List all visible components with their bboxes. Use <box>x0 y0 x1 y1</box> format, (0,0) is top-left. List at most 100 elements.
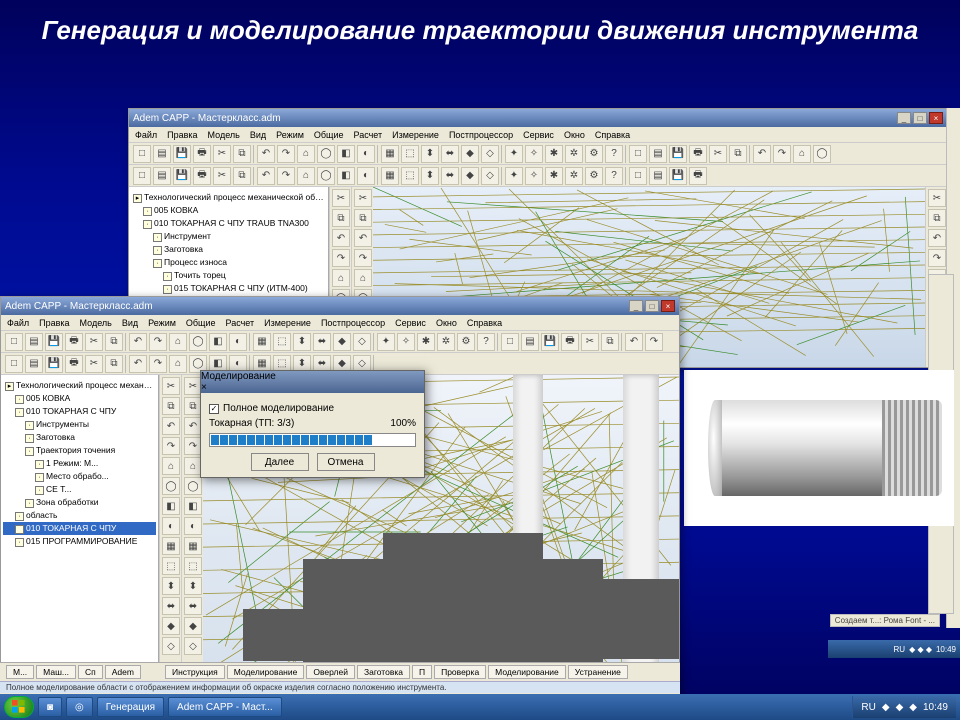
menu-item[interactable]: Вид <box>250 130 266 140</box>
lang-indicator[interactable]: RU <box>861 702 875 713</box>
side-toolbar-button[interactable]: ✂ <box>354 189 372 207</box>
toolbar-button[interactable]: 💾 <box>173 145 191 163</box>
bottom-tabs[interactable]: М...Маш...СпAdemИнструкцияМоделированиеО… <box>0 663 680 681</box>
tree-node[interactable]: ·005 КОВКА <box>131 204 326 217</box>
tree-node[interactable]: ·Зона обработки <box>3 496 156 509</box>
menu-item[interactable]: Постпроцессор <box>449 130 513 140</box>
next-button[interactable]: Далее <box>251 453 309 471</box>
tree-node[interactable]: ·010 ТОКАРНАЯ С ЧПУ TRAUB TNA300 <box>131 217 326 230</box>
bottom-tab[interactable]: Проверка <box>434 665 486 679</box>
toolbar-button[interactable]: ⬚ <box>401 167 419 185</box>
minimize-button[interactable]: _ <box>629 300 643 312</box>
toolbar-button[interactable]: ▦ <box>381 145 399 163</box>
bottom-tab[interactable]: Моделирование <box>488 665 566 679</box>
side-toolbar-button[interactable]: ⧉ <box>332 209 350 227</box>
menu-item[interactable]: Файл <box>7 318 29 328</box>
toolbar-button[interactable]: 💾 <box>541 333 559 351</box>
toolbar-button[interactable]: ▤ <box>649 145 667 163</box>
menu-item[interactable]: Файл <box>135 130 157 140</box>
tree-node[interactable]: ·015 ПРОГРАММИРОВАНИЕ <box>3 535 156 548</box>
menu-item[interactable]: Режим <box>276 130 304 140</box>
toolbar-button[interactable]: ▤ <box>153 145 171 163</box>
taskbar-app[interactable]: Adem CAPP - Маст... <box>168 697 282 717</box>
menu-item[interactable]: Окно <box>436 318 457 328</box>
toolbar-button[interactable]: ⬌ <box>313 333 331 351</box>
toolbar-button[interactable]: ✂ <box>85 355 103 373</box>
toolbar-row1[interactable]: □▤💾🖶✂⧉↶↷⌂◯◧◐▦⬚⬍⬌◆◇✦✧✱✲⚙?□▤💾🖶✂⧉↶↷⌂◯ <box>129 143 947 165</box>
toolbar-button[interactable]: ◯ <box>317 167 335 185</box>
toolbar-button[interactable]: ↷ <box>277 145 295 163</box>
toolbar-button[interactable]: 🖶 <box>193 167 211 185</box>
menu-item[interactable]: Сервис <box>395 318 426 328</box>
side-toolbar-button[interactable]: ✂ <box>332 189 350 207</box>
toolbar-button[interactable]: ↷ <box>645 333 663 351</box>
toolbar-button[interactable]: ◆ <box>333 333 351 351</box>
toolbar-button[interactable]: ↷ <box>149 355 167 373</box>
toolbar-button[interactable]: ⌂ <box>297 167 315 185</box>
process-tree[interactable]: ▸Технологический процесс механической...… <box>1 375 159 709</box>
bottom-tab[interactable]: М... <box>6 665 34 679</box>
bottom-tab[interactable]: Инструкция <box>165 665 225 679</box>
bottom-tab[interactable]: П <box>412 665 432 679</box>
toolbar-button[interactable]: ✂ <box>213 167 231 185</box>
solid-render-view[interactable] <box>684 370 954 526</box>
toolbar-button[interactable]: ◆ <box>461 145 479 163</box>
toolbar-button[interactable]: ◐ <box>357 145 375 163</box>
menu-item[interactable]: Общие <box>186 318 216 328</box>
tree-node[interactable]: ·010 ТОКАРНАЯ С ЧПУ <box>3 522 156 535</box>
toolbar-button[interactable]: ◯ <box>813 145 831 163</box>
tray-icon[interactable]: ◆ <box>882 702 890 713</box>
side-toolbar-button[interactable]: ↷ <box>928 249 946 267</box>
toolbar-button[interactable]: ✲ <box>437 333 455 351</box>
toolbar-button[interactable]: ✧ <box>397 333 415 351</box>
menu-item[interactable]: Расчет <box>354 130 383 140</box>
toolbar-button[interactable]: ◐ <box>229 333 247 351</box>
menu-item[interactable]: Правка <box>167 130 197 140</box>
menu-item[interactable]: Измерение <box>392 130 439 140</box>
menu-item[interactable]: Правка <box>39 318 69 328</box>
toolbar-button[interactable]: ◧ <box>337 145 355 163</box>
toolbar-button[interactable]: ◯ <box>317 145 335 163</box>
toolbar-button[interactable]: 💾 <box>45 355 63 373</box>
side-toolbar-button[interactable]: ◆ <box>162 617 180 635</box>
toolbar-button[interactable]: ↷ <box>773 145 791 163</box>
tree-node[interactable]: ·область <box>3 509 156 522</box>
toolbar-button[interactable]: ▤ <box>521 333 539 351</box>
toolbar-button[interactable]: ✂ <box>213 145 231 163</box>
toolbar-button[interactable]: ◇ <box>353 333 371 351</box>
toolbar-button[interactable]: ◇ <box>481 145 499 163</box>
toolbar-button[interactable]: ✧ <box>525 167 543 185</box>
toolbar-button[interactable]: ✱ <box>545 167 563 185</box>
menubar[interactable]: ФайлПравкаМодельВидРежимОбщиеРасчетИзмер… <box>129 127 947 143</box>
side-toolbar-button[interactable]: ⬌ <box>184 597 202 615</box>
toolbar-button[interactable]: ↷ <box>149 333 167 351</box>
tray-icon[interactable]: ◆ <box>896 702 904 713</box>
side-toolbar-button[interactable]: ⬚ <box>162 557 180 575</box>
toolbar-button[interactable]: ⬚ <box>401 145 419 163</box>
toolbar-button[interactable]: ⚙ <box>585 145 603 163</box>
toolbar-button[interactable]: ✂ <box>85 333 103 351</box>
side-toolbar-button[interactable]: ◆ <box>184 617 202 635</box>
toolbar-button[interactable]: ⬚ <box>273 333 291 351</box>
toolbar-button[interactable]: 💾 <box>669 167 687 185</box>
side-toolbar-button[interactable]: ↷ <box>354 249 372 267</box>
toolbar-button[interactable]: ↶ <box>753 145 771 163</box>
close-button[interactable]: × <box>929 112 943 124</box>
menu-item[interactable]: Измерение <box>264 318 311 328</box>
toolbar-button[interactable]: ⬌ <box>441 145 459 163</box>
bottom-tab[interactable]: Оверлей <box>306 665 355 679</box>
toolbar-button[interactable]: 💾 <box>669 145 687 163</box>
maximize-button[interactable]: □ <box>645 300 659 312</box>
toolbar-button[interactable]: □ <box>5 333 23 351</box>
side-toolbar-button[interactable]: ⧉ <box>162 397 180 415</box>
lang-indicator[interactable]: RU <box>894 645 906 654</box>
side-toolbar-button[interactable]: ⬌ <box>162 597 180 615</box>
side-toolbar-button[interactable]: ✂ <box>162 377 180 395</box>
side-toolbar-button[interactable]: ⬍ <box>162 577 180 595</box>
side-toolbar-button[interactable]: ⌂ <box>354 269 372 287</box>
toolbar-button[interactable]: ↷ <box>277 167 295 185</box>
toolbar-button[interactable]: ▤ <box>25 333 43 351</box>
side-toolbar-button[interactable]: ◧ <box>162 497 180 515</box>
toolbar-button[interactable]: ✦ <box>505 167 523 185</box>
toolbar-button[interactable]: ⧉ <box>601 333 619 351</box>
